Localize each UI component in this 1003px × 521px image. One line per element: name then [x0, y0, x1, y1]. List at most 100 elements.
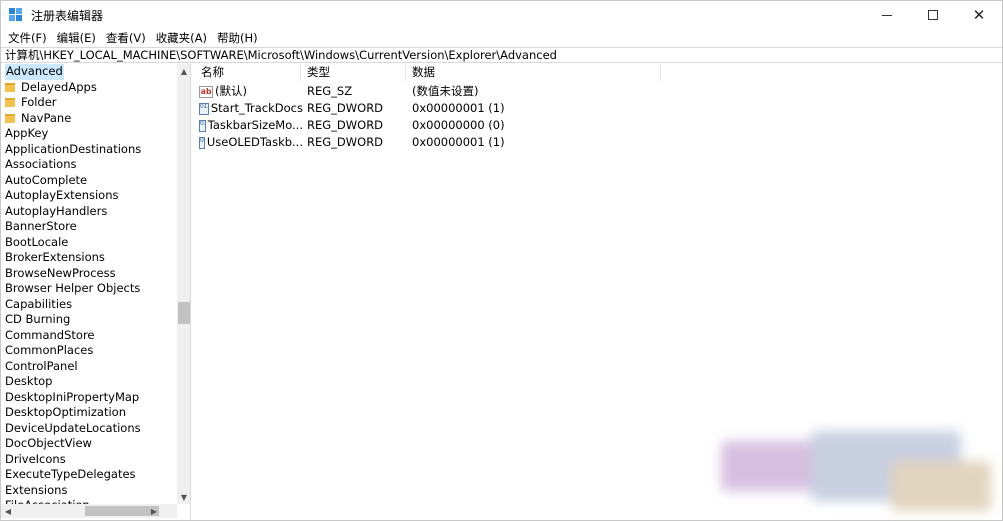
value-type: REG_SZ [307, 84, 353, 98]
close-button[interactable]: ✕ [956, 1, 1002, 29]
binary-value-icon: 011 110 [199, 102, 209, 115]
tree-vertical-scrollbar[interactable]: ▲ ▼ [177, 64, 190, 504]
tree-item-browser-helper-objects[interactable]: Browser Helper Objects [1, 281, 177, 297]
blurred-overlay [691, 421, 1003, 519]
value-data: 0x00000001 (1) [412, 135, 505, 149]
column-header-data[interactable]: 数据 [406, 64, 661, 81]
value-row[interactable]: 011 110TaskbarSizeMo... REG_DWORD 0x000000… [195, 117, 695, 134]
tree-item-advanced[interactable]: Advanced [1, 64, 177, 80]
tree-item-desktopoptimization[interactable]: DesktopOptimization [1, 405, 177, 421]
minimize-icon [882, 14, 892, 16]
scroll-up-icon[interactable]: ▲ [177, 64, 190, 78]
value-name: (默认) [215, 84, 247, 98]
tree-item-delayedapps[interactable]: DelayedApps [1, 80, 177, 96]
tree-item-label: BrokerExtensions [5, 250, 105, 264]
binary-value-icon: 011 110 [199, 136, 205, 149]
value-row[interactable]: 011 110Start_TrackDocs REG_DWORD 0x0000000… [195, 100, 695, 117]
tree-item-label: DelayedApps [21, 79, 97, 94]
minimize-button[interactable] [864, 1, 910, 29]
folder-icon [5, 98, 15, 108]
title-bar[interactable]: 注册表编辑器 ✕ [1, 1, 1002, 29]
tree-item-autocomplete[interactable]: AutoComplete [1, 173, 177, 189]
menu-view[interactable]: 查看(V) [101, 29, 151, 47]
tree-item-label: AutoplayExtensions [5, 188, 119, 202]
value-row[interactable]: ab (默认) REG_SZ (数值未设置) [195, 83, 695, 100]
tree-item-docobjectview[interactable]: DocObjectView [1, 436, 177, 452]
tree-item-appkey[interactable]: AppKey [1, 126, 177, 142]
menu-edit[interactable]: 编辑(E) [52, 29, 101, 47]
tree-item-autoplayhandlers[interactable]: AutoplayHandlers [1, 204, 177, 220]
tree-item-label: Browser Helper Objects [5, 281, 141, 295]
tree-item-brokerextensions[interactable]: BrokerExtensions [1, 250, 177, 266]
scroll-right-icon[interactable]: ▶ [147, 504, 161, 518]
maximize-button[interactable] [910, 1, 956, 29]
tree-item-label: ApplicationDestinations [5, 141, 142, 156]
menu-bar: 文件(F) 编辑(E) 查看(V) 收藏夹(A) 帮助(H) [1, 29, 263, 47]
tree-item-label: BootLocale [5, 234, 69, 249]
tree-item-label: AutoplayHandlers [5, 203, 108, 218]
tree-item-driveicons[interactable]: DriveIcons [1, 452, 177, 468]
tree-item-label: CD Burning [5, 312, 71, 326]
tree-item-executetypedelegates[interactable]: ExecuteTypeDelegates [1, 467, 177, 483]
column-header-type[interactable]: 类型 [301, 64, 406, 81]
tree-item-label: DocObjectView [5, 436, 92, 450]
tree-item-label: Advanced [5, 64, 64, 80]
tree-item-autoplayextensions[interactable]: AutoplayExtensions [1, 188, 177, 204]
menu-favorites[interactable]: 收藏夹(A) [151, 29, 212, 47]
tree-item-cd-burning[interactable]: CD Burning [1, 312, 177, 328]
close-icon: ✕ [972, 5, 986, 24]
tree-item-commandstore[interactable]: CommandStore [1, 328, 177, 344]
value-name: TaskbarSizeMo... [207, 118, 303, 132]
tree-item-label: Associations [5, 157, 77, 171]
tree-item-label: AppKey [5, 126, 49, 140]
tree-item-label: BannerStore [5, 219, 77, 233]
tree-item-browsenewprocess[interactable]: BrowseNewProcess [1, 266, 177, 282]
tree-item-label: CommandStore [5, 327, 95, 342]
scroll-down-icon[interactable]: ▼ [177, 490, 190, 504]
tree-item-applicationdestinations[interactable]: ApplicationDestinations [1, 142, 177, 158]
tree-item-capabilities[interactable]: Capabilities [1, 297, 177, 313]
tree-item-commonplaces[interactable]: CommonPlaces [1, 343, 177, 359]
menu-file[interactable]: 文件(F) [3, 29, 52, 47]
tree-item-associations[interactable]: Associations [1, 157, 177, 173]
tree-item-label: CommonPlaces [5, 343, 94, 357]
window-controls: ✕ [864, 1, 1002, 29]
string-value-icon: ab [199, 85, 213, 98]
key-tree-pane: Advanced DelayedApps Folder NavPane AppKey A… [1, 64, 191, 519]
value-data: 0x00000000 (0) [412, 118, 505, 132]
tree-item-label: Desktop [5, 374, 53, 388]
value-name-cell: 011 110Start_TrackDocs [199, 100, 303, 117]
value-name-cell: 011 110UseOLEDTaskb... [199, 134, 303, 151]
tree-item-desktop[interactable]: Desktop [1, 374, 177, 390]
tree-item-extensions[interactable]: Extensions [1, 483, 177, 499]
tree-item-folder[interactable]: Folder [1, 95, 177, 111]
tree-item-label: DriveIcons [5, 451, 66, 466]
value-name: UseOLEDTaskb... [206, 135, 303, 149]
value-name: Start_TrackDocs [210, 101, 303, 115]
binary-value-icon: 011 110 [199, 119, 206, 132]
tree-item-label: ControlPanel [5, 358, 78, 373]
tree-item-bannerstore[interactable]: BannerStore [1, 219, 177, 235]
maximize-icon [928, 10, 938, 20]
tree-item-deviceupdatelocations[interactable]: DeviceUpdateLocations [1, 421, 177, 437]
address-bar[interactable]: 计算机\HKEY_LOCAL_MACHINE\SOFTWARE\Microsof… [1, 47, 1002, 63]
window-title: 注册表编辑器 [31, 8, 104, 23]
tree-item-label: DesktopOptimization [5, 405, 126, 419]
folder-icon [5, 113, 15, 123]
value-data: (数值未设置) [412, 84, 479, 98]
menu-help[interactable]: 帮助(H) [212, 29, 263, 47]
registry-editor-window: 注册表编辑器 ✕ 文件(F) 编辑(E) 查看(V) 收藏夹(A) 帮助(H) … [0, 0, 1003, 521]
tree-item-bootlocale[interactable]: BootLocale [1, 235, 177, 251]
tree-item-desktopinipropertymap[interactable]: DesktopIniPropertyMap [1, 390, 177, 406]
tree-horizontal-scrollbar[interactable]: ◀ ▶ [1, 504, 177, 518]
scroll-thumb[interactable] [178, 302, 190, 324]
tree-item-label: DesktopIniPropertyMap [5, 389, 140, 404]
column-header-name[interactable]: 名称 [195, 64, 301, 81]
value-type: REG_DWORD [307, 101, 384, 115]
key-tree: Advanced DelayedApps Folder NavPane AppKey A… [1, 64, 177, 504]
tree-item-controlpanel[interactable]: ControlPanel [1, 359, 177, 375]
scroll-left-icon[interactable]: ◀ [1, 504, 15, 518]
value-row[interactable]: 011 110UseOLEDTaskb... REG_DWORD 0x0000000… [195, 134, 695, 151]
value-data: 0x00000001 (1) [412, 101, 505, 115]
tree-item-navpane[interactable]: NavPane [1, 111, 177, 127]
